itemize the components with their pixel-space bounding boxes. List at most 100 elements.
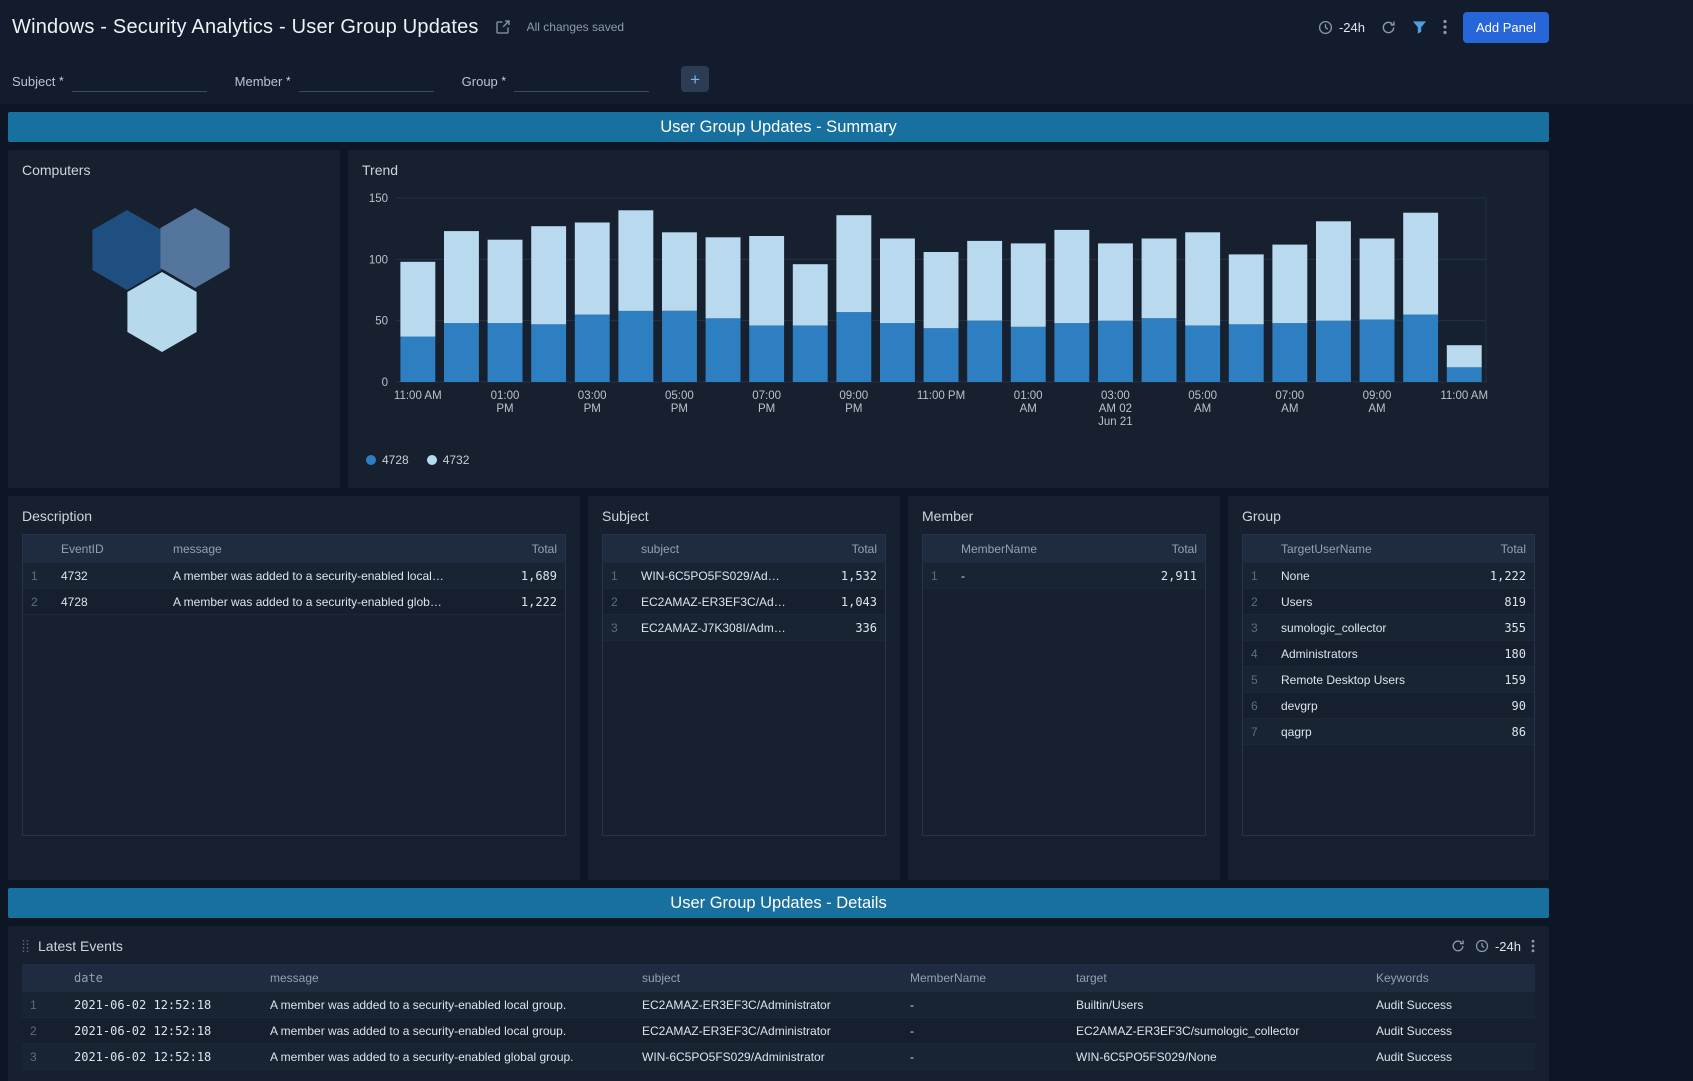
svg-text:Jun 21: Jun 21 [1098,416,1133,428]
column-header[interactable]: Keywords [1368,964,1535,992]
cell: 2021-06-02 12:52:18 [66,1018,262,1044]
table-row[interactable]: 3EC2AMAZ-J7K308I/Administrator336 [603,615,885,641]
cell: 2021-06-02 12:52:18 [66,1044,262,1070]
table-row[interactable]: 32021-06-02 12:52:18A member was added t… [22,1044,1535,1070]
member-panel: Member MemberNameTotal1-2,911 [908,496,1220,880]
svg-text:PM: PM [496,403,513,415]
column-header[interactable]: MemberName [953,535,1105,563]
column-header[interactable]: Total [455,535,565,563]
svg-text:09:00: 09:00 [839,390,868,402]
panel-title: Latest Events [38,938,123,954]
cell: 1,222 [1444,563,1534,589]
column-header[interactable]: TargetUserName [1273,535,1444,563]
column-header[interactable]: date [66,964,262,992]
column-header[interactable]: target [1068,964,1368,992]
dashboard-content: User Group Updates - Summary Computers T… [0,112,1557,1081]
share-icon[interactable] [495,19,511,35]
table-row[interactable]: 1WIN-6C5PO5FS029/Administrator1,532 [603,563,885,589]
subject-panel: Subject subjectTotal1WIN-6C5PO5FS029/Adm… [588,496,900,880]
panel-title: Computers [22,162,326,178]
time-range-control[interactable]: -24h [1318,20,1365,35]
cell: 2,911 [1105,563,1205,589]
svg-text:PM: PM [845,403,862,415]
filter-icon[interactable] [1412,20,1427,35]
hexagon[interactable] [127,272,196,352]
add-filter-button[interactable]: + [681,66,709,92]
refresh-icon[interactable] [1451,939,1465,953]
table-header-row: MemberNameTotal [923,535,1205,563]
table-row[interactable]: 3sumologic_collector355 [1243,615,1534,641]
table-row[interactable]: 2EC2AMAZ-ER3EF3C/Administrator1,043 [603,589,885,615]
column-header[interactable]: subject [634,964,902,992]
svg-text:AM 02: AM 02 [1099,403,1132,415]
trend-chart[interactable]: 05010015011:00 AM01:00PM03:00PM05:00PM07… [362,188,1542,440]
cell: Administrators [1273,641,1444,667]
cell: EC2AMAZ-ER3EF3C/Administrator [634,992,902,1018]
table-row[interactable]: 22021-06-02 12:52:18A member was added t… [22,1018,1535,1044]
cell: 2021-06-02 12:52:18 [66,992,262,1018]
table-header-row: EventIDmessageTotal [23,535,565,563]
table-row[interactable]: 14732A member was added to a security-en… [23,563,565,589]
svg-text:11:00 PM: 11:00 PM [917,390,965,402]
legend-item[interactable]: 4728 [366,453,409,467]
hexagon[interactable] [92,210,161,290]
svg-text:AM: AM [1020,403,1037,415]
kebab-menu-icon[interactable] [1443,19,1447,35]
column-header[interactable]: subject [633,535,795,563]
time-range-control[interactable]: -24h [1475,939,1521,954]
cell: qagrp [1273,719,1444,745]
cell: 1,532 [795,563,885,589]
table-row[interactable]: 5Remote Desktop Users159 [1243,667,1534,693]
cell: Builtin/Users [1068,992,1368,1018]
column-header[interactable]: Total [795,535,885,563]
table-row[interactable]: 1-2,911 [923,563,1205,589]
legend-item[interactable]: 4732 [427,453,470,467]
table-row[interactable]: 1None1,222 [1243,563,1534,589]
svg-text:0: 0 [382,377,388,389]
group-filter-input[interactable] [514,70,649,92]
table-row[interactable]: 6devgrp90 [1243,693,1534,719]
column-header[interactable]: EventID [53,535,165,563]
cell: devgrp [1273,693,1444,719]
cell: A member was added to a security-enabled… [262,1044,634,1070]
legend-label: 4732 [443,453,470,467]
column-header[interactable]: Total [1444,535,1534,563]
drag-handle-icon[interactable] [22,939,29,953]
hexagon[interactable] [160,208,229,288]
subject-filter-input[interactable] [72,70,207,92]
column-header[interactable]: Total [1105,535,1205,563]
cell: EC2AMAZ-ER3EF3C/Administrator [633,589,795,615]
cell: None [1273,563,1444,589]
kebab-menu-icon[interactable] [1531,939,1535,953]
clock-icon [1475,939,1489,953]
topbar: Windows - Security Analytics - User Grou… [0,0,1557,54]
trend-panel: Trend 05010015011:00 AM01:00PM03:00PM05:… [348,150,1549,488]
latest-events-table: datemessagesubjectMemberNametargetKeywor… [22,964,1535,1070]
panel-title: Description [22,508,566,524]
table-row[interactable]: 2Users819 [1243,589,1534,615]
table-row[interactable]: 4Administrators180 [1243,641,1534,667]
computers-panel: Computers [8,150,340,488]
table-row[interactable]: 12021-06-02 12:52:18A member was added t… [22,992,1535,1018]
svg-text:100: 100 [369,254,388,266]
description-table: EventIDmessageTotal14732A member was add… [23,535,565,615]
time-range-label: -24h [1495,939,1521,954]
member-table: MemberNameTotal1-2,911 [923,535,1205,589]
cell: 1,222 [455,589,565,615]
column-header[interactable]: MemberName [902,964,1068,992]
column-header[interactable]: message [165,535,455,563]
table-row[interactable]: 7qagrp86 [1243,719,1534,745]
cell: 336 [795,615,885,641]
cell: 819 [1444,589,1534,615]
table-row[interactable]: 24728A member was added to a security-en… [23,589,565,615]
refresh-icon[interactable] [1381,20,1396,35]
column-header[interactable]: message [262,964,634,992]
svg-text:AM: AM [1194,403,1211,415]
cell: Remote Desktop Users [1273,667,1444,693]
filter-field-group: Group * [462,70,649,92]
member-filter-input[interactable] [299,70,434,92]
add-panel-button[interactable]: Add Panel [1463,12,1549,43]
svg-text:11:00 AM: 11:00 AM [394,390,442,402]
cell: 180 [1444,641,1534,667]
cell: sumologic_collector [1273,615,1444,641]
